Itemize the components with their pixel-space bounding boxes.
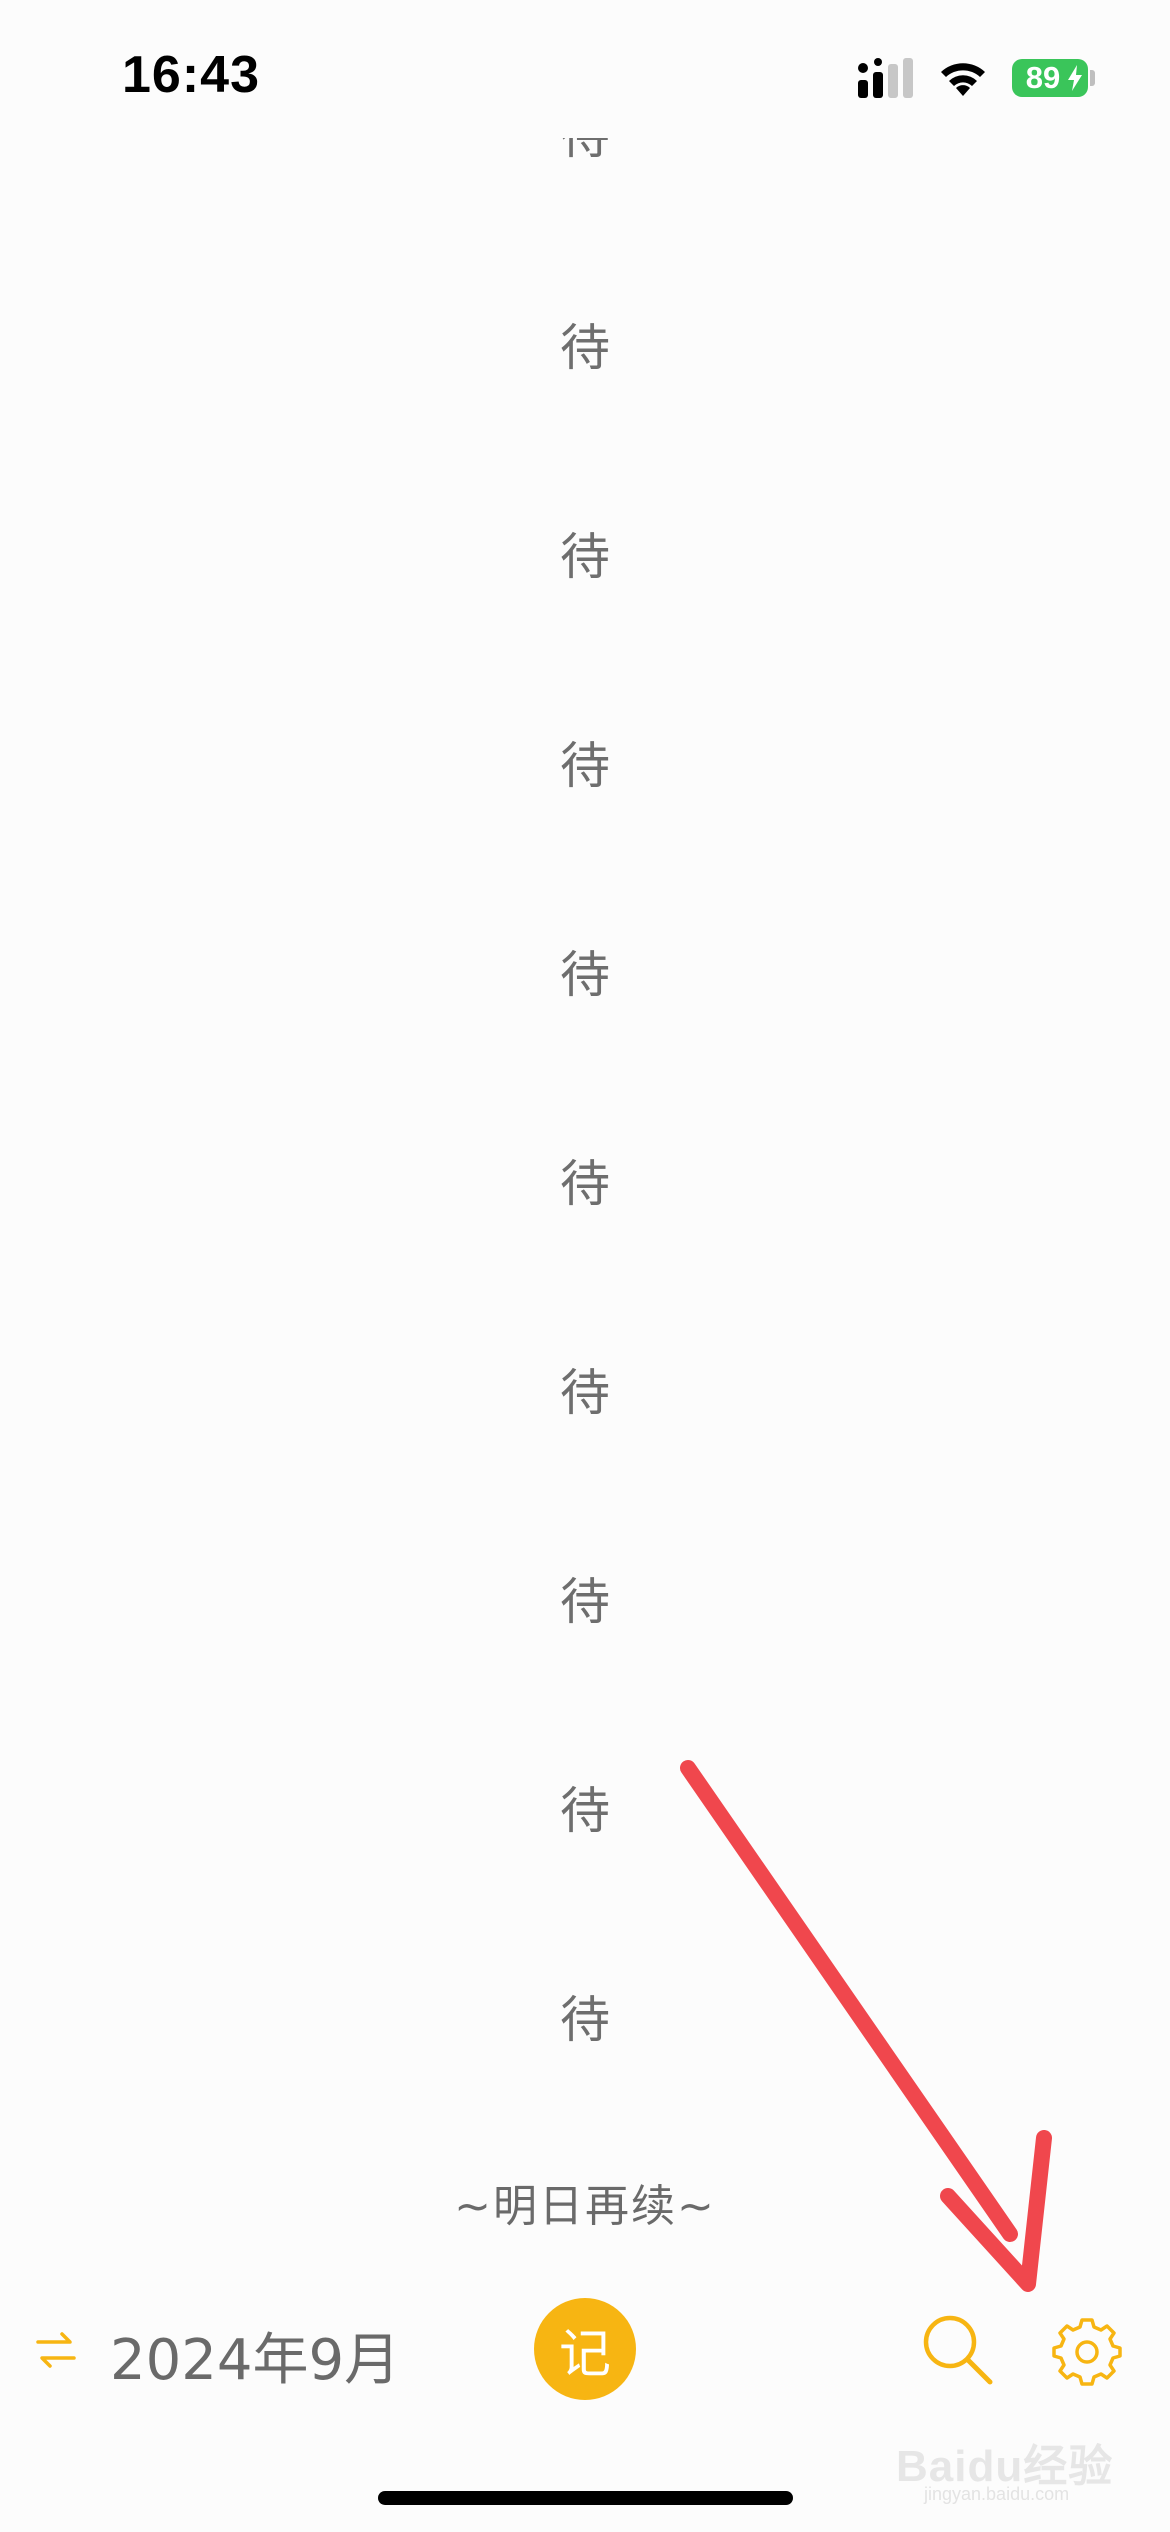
list-item[interactable]: 待 [0, 318, 1170, 378]
continue-tomorrow-note: ~明日再续~ [454, 2181, 716, 2232]
list-item[interactable]: 待 [0, 945, 1170, 1005]
list-item-partial: 待 [0, 138, 1170, 166]
add-note-button[interactable]: 记 [534, 2298, 636, 2400]
list-item[interactable]: 待 [0, 1572, 1170, 1632]
battery-level: 89 [1025, 60, 1061, 95]
list-item[interactable]: 待 [0, 1781, 1170, 1841]
charging-bolt-icon [1068, 65, 1082, 91]
list-item[interactable]: 待 [0, 1363, 1170, 1423]
battery-indicator: 89 [1012, 59, 1088, 97]
wifi-icon [941, 63, 985, 96]
baidu-watermark: Baidu经验 jingyan.baidu.com [896, 2442, 1114, 2504]
search-icon[interactable] [918, 2310, 996, 2388]
status-bar: 16:43 89 [0, 0, 1170, 150]
home-indicator[interactable] [378, 2491, 793, 2505]
swap-icon[interactable] [34, 2328, 78, 2372]
annotation-arrow [680, 1760, 1052, 2292]
list-item[interactable]: 待 [0, 1990, 1170, 2050]
status-time: 16:43 [122, 46, 260, 104]
month-selector[interactable]: 2024年9月 [110, 2315, 400, 2396]
gear-icon[interactable] [1052, 2316, 1122, 2386]
cellular-signal-icon [858, 58, 913, 98]
list-item[interactable]: 待 [0, 1154, 1170, 1214]
battery-cap [1090, 70, 1095, 86]
list-item[interactable]: 待 [0, 527, 1170, 587]
list-item[interactable]: 待 [0, 736, 1170, 796]
